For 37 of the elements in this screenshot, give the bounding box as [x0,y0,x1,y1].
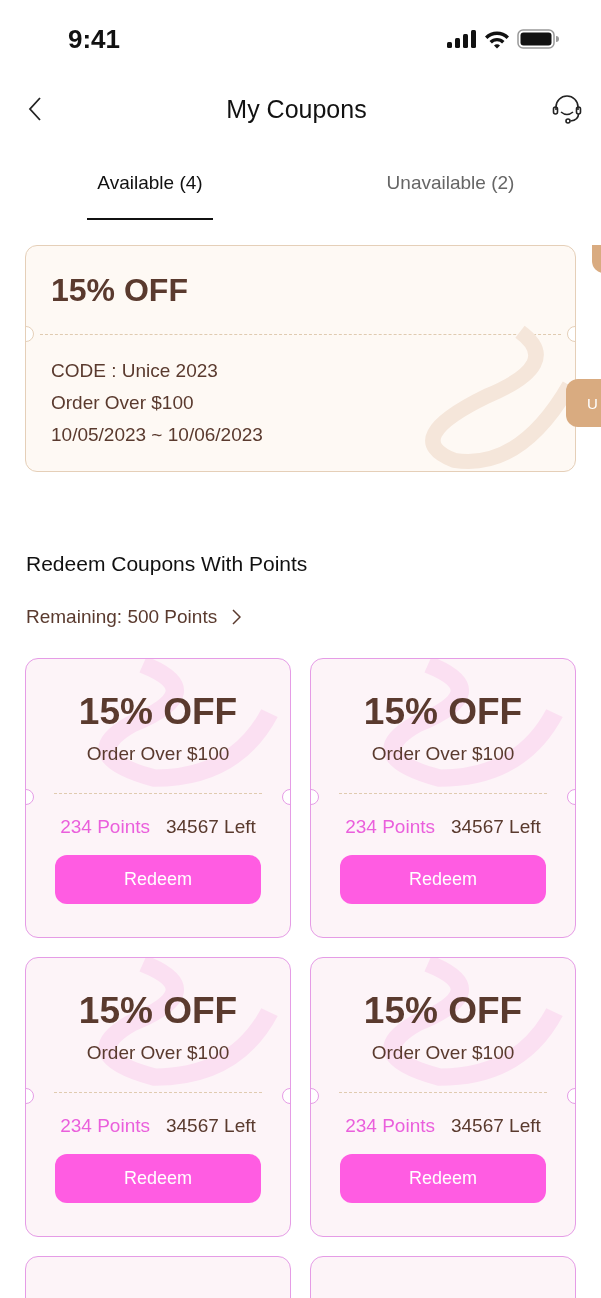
discount-text: 15% OFF [363,990,523,1032]
back-button[interactable] [28,96,42,122]
points-cost: 234 Points [345,1115,435,1137]
signal-icon [447,30,477,48]
coupon-code: CODE : Unice 2023 [51,360,219,382]
coupon-condition: Order Over $100 [51,392,195,414]
wifi-icon [484,29,510,49]
redeem-button[interactable]: Redeem [340,855,546,904]
redeem-button[interactable]: Redeem [340,1154,546,1203]
stock-left: 34567 Left [166,1115,256,1137]
stock-left: 34567 Left [166,816,256,838]
support-headset-icon[interactable] [551,93,583,125]
redeem-button[interactable]: Redeem [55,855,261,904]
section-title: Redeem Coupons With Points [26,552,309,576]
redeem-button[interactable]: Redeem [55,1154,261,1203]
chevron-right-icon[interactable] [231,609,242,625]
discount-text: 15% OFF [363,691,523,733]
coupon-condition: Order Over $100 [86,1042,230,1064]
coupon-condition: Order Over $100 [371,743,515,765]
stock-left: 34567 Left [451,816,541,838]
coupon-condition: Order Over $100 [371,1042,515,1064]
coupon-condition: Order Over $100 [86,743,230,765]
points-cost: 234 Points [60,1115,150,1137]
discount-text: 15% OFF [51,271,188,309]
points-cost: 234 Points [60,816,150,838]
coupon-validity: 10/05/2023 ~ 10/06/2023 [51,424,264,446]
tab[interactable]: Unavailable (2) [300,146,601,220]
discount-text: 15% OFF [78,691,238,733]
points-cost: 234 Points [345,816,435,838]
battery-icon [517,29,559,49]
use-button[interactable]: U [566,379,601,427]
stock-left: 34567 Left [451,1115,541,1137]
remaining-points: Remaining: 500 Points [26,606,218,628]
tab[interactable]: Available (4) [0,146,300,220]
page-title: My Coupons [226,94,367,124]
status-time: 9:41 [68,23,121,55]
discount-text: 15% OFF [78,990,238,1032]
